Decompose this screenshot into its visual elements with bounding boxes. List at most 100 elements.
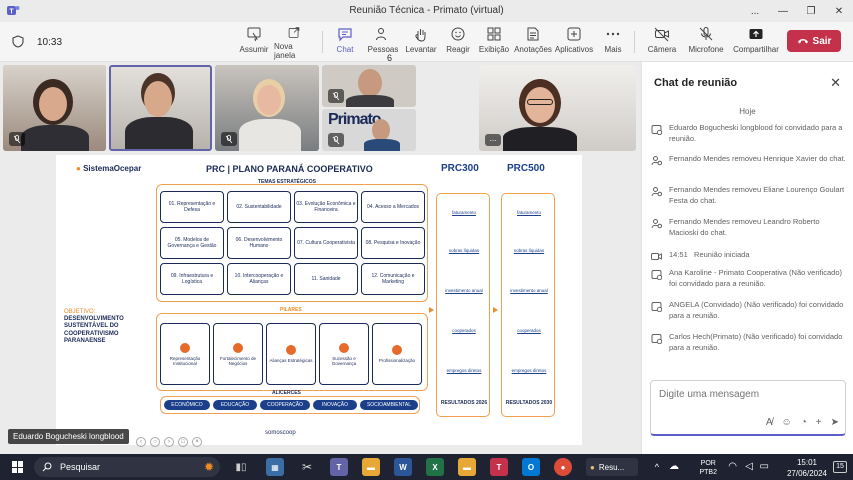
close-chat-button[interactable]: ✕ — [830, 75, 841, 91]
camera-button[interactable]: Câmera — [646, 26, 678, 60]
slide-next-icon[interactable]: › — [164, 437, 174, 447]
participant-tile[interactable]: Primato — [322, 109, 416, 151]
arrow-icon — [429, 307, 434, 313]
cloud-icon[interactable]: ☁ — [669, 461, 679, 472]
more-button[interactable]: Mais — [602, 26, 624, 60]
excel-icon[interactable]: X — [426, 458, 444, 476]
prc300-title: PRC300 — [441, 163, 479, 174]
muted-mic-icon — [221, 132, 237, 146]
calculator-icon[interactable]: ▦ — [266, 458, 284, 476]
window-more-button[interactable]: ... — [741, 0, 769, 22]
participant-tile[interactable]: ... — [479, 65, 636, 151]
theme-box: 10. Intercooperação e Alianças — [227, 263, 291, 295]
toolbar-separator — [322, 31, 323, 53]
active-app-button[interactable]: ● Resu... — [586, 458, 638, 476]
user-add-icon — [651, 334, 662, 344]
somoscoop-logo: somoscoop — [265, 430, 296, 436]
prc500-column: faturamento sobras líquidas investimento… — [501, 193, 555, 417]
send-icon[interactable]: ➤ — [831, 417, 839, 428]
emoji-icon[interactable]: ☺ — [782, 417, 792, 428]
wifi-icon[interactable]: ◠ — [728, 461, 737, 472]
ocepar-logo: ● SistemaOcepar — [76, 164, 142, 173]
pop-out-icon — [288, 27, 300, 38]
slide-fullscreen-icon[interactable]: □ — [178, 437, 188, 447]
clock[interactable]: 15:01 27/06/2024 — [787, 457, 827, 479]
objective-text: OBJETIVO: DESENVOLVIMENTO SUSTENTÁVEL DO… — [64, 309, 124, 344]
battery-icon[interactable]: ▭ — [760, 461, 769, 472]
leave-button[interactable]: Sair — [787, 30, 841, 52]
raise-hand-button[interactable]: Levantar — [404, 26, 438, 60]
themes-label: TEMAS ESTRATÉGICOS — [258, 179, 316, 185]
notes-button[interactable]: Anotações — [514, 26, 552, 60]
teams-app-icon[interactable]: T — [330, 458, 348, 476]
volume-icon[interactable]: ◁ — [745, 461, 753, 472]
user-remove-icon — [651, 156, 662, 166]
user-remove-icon — [651, 187, 662, 197]
meeting-chat-panel: Chat de reunião ✕ Hoje Eduardo Boguchesk… — [641, 62, 853, 454]
shield-icon[interactable] — [12, 35, 24, 48]
pillars-label: PILARES — [280, 307, 302, 313]
people-icon — [376, 28, 386, 41]
chat-icon — [338, 28, 352, 42]
loop-icon[interactable]: ◔ — [801, 417, 807, 428]
window-minimize-button[interactable]: — — [769, 0, 797, 22]
react-button[interactable]: Reagir — [444, 26, 472, 60]
more-icon — [606, 32, 620, 36]
theme-box: 09. Infraestrutura e Logística — [160, 263, 224, 295]
pillar-icon — [392, 345, 402, 355]
tray-overflow-icon[interactable]: ^ — [655, 462, 659, 472]
user-add-icon — [651, 302, 662, 312]
participant-tile[interactable] — [322, 65, 416, 107]
tab-chat[interactable]: Chat — [332, 26, 358, 64]
muted-mic-icon — [328, 89, 344, 103]
word-icon[interactable]: W — [394, 458, 412, 476]
slide-sync-icon[interactable]: ○ — [150, 437, 160, 447]
view-button[interactable]: Exibição — [478, 26, 510, 60]
chat-event: Fernando Mendes removeu Henrique Xavier … — [650, 154, 846, 166]
chrome-icon[interactable]: ● — [554, 458, 572, 476]
slide-close-icon[interactable]: × — [192, 437, 202, 447]
theme-box: 05. Modelos de Governança e Gestão — [160, 227, 224, 259]
notification-count-badge[interactable]: 15 — [833, 461, 847, 473]
chat-date-divider: Hoje — [739, 107, 756, 116]
pillar-icon — [233, 342, 243, 353]
participant-tile[interactable] — [215, 65, 319, 151]
participant-tile-active-speaker[interactable] — [109, 65, 212, 151]
apps-button[interactable]: Aplicativos — [555, 26, 593, 60]
window-maximize-button[interactable]: ❐ — [797, 0, 825, 22]
pillar-icon — [286, 345, 296, 355]
outlook-icon[interactable]: O — [522, 458, 540, 476]
tile-more-button[interactable]: ... — [485, 134, 501, 146]
tab-people[interactable]: Pessoas — [368, 26, 398, 60]
pillar-box: Profissionalização — [372, 323, 422, 385]
toolbar-separator — [634, 31, 635, 53]
take-control-button[interactable]: Assumir — [239, 26, 269, 60]
slide-prev-icon[interactable]: ‹ — [136, 437, 146, 447]
grid-view-icon — [487, 27, 501, 41]
folder-icon[interactable]: ▬ — [458, 458, 476, 476]
teams-classic-icon[interactable]: T — [490, 458, 508, 476]
chat-event: Fernando Mendes removeu Leandro Roberto … — [650, 217, 846, 239]
microphone-button[interactable]: Microfone — [688, 26, 724, 60]
chat-event: Fernando Mendes removeu Eliane Lourenço … — [650, 185, 846, 207]
user-remove-icon — [651, 219, 662, 229]
prc500-title: PRC500 — [507, 163, 545, 174]
theme-box: 06. Desenvolvimento Humano — [227, 227, 291, 259]
participant-tile[interactable] — [3, 65, 106, 151]
plus-icon[interactable]: + — [816, 417, 822, 428]
language-indicator[interactable]: POR PTB2 — [699, 459, 717, 477]
new-window-button[interactable]: Nova janela — [274, 26, 314, 60]
format-icon[interactable]: A̸ — [766, 417, 773, 428]
snipping-tool-icon[interactable]: ✂ — [298, 458, 316, 476]
message-input[interactable] — [659, 389, 839, 400]
slide-title: PRC | PLANO PARANÁ COOPERATIVO — [206, 164, 373, 174]
windows-start-icon[interactable] — [12, 461, 24, 473]
search-highlight-icon: ✹ — [203, 460, 214, 474]
share-button[interactable]: Compartilhar — [733, 26, 779, 60]
file-explorer-icon[interactable]: ▬ — [362, 458, 380, 476]
search-icon — [42, 462, 52, 472]
taskbar-search[interactable]: Pesquisar ✹ — [34, 457, 220, 477]
task-view-icon[interactable]: ▮▯ — [232, 458, 250, 476]
window-close-button[interactable]: ✕ — [825, 0, 853, 22]
chat-event: Eduardo Bogucheski longblood foi convida… — [650, 123, 846, 145]
